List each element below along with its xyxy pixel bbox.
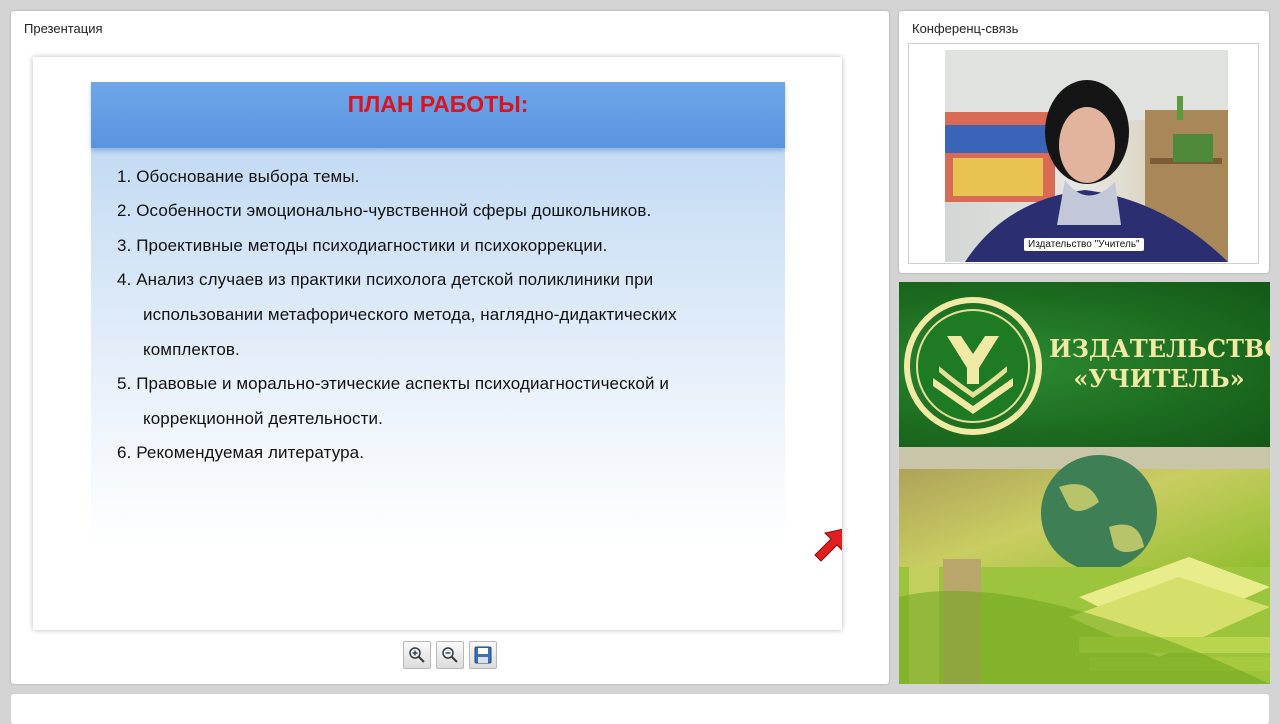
publisher-banner-top: ИЗДАТЕЛЬСТВО «УЧИТЕЛЬ» [899,282,1270,447]
participant-name-label: Издательство "Учитель" [1024,238,1144,251]
publisher-name-line1: ИЗДАТЕЛЬСТВО [1049,334,1270,363]
presentation-panel: Презентация ПЛАН РАБОТЫ: 1. Обоснование … [11,11,889,684]
publisher-logo-icon [904,297,1042,435]
video-frame: Издательство "Учитель" [908,43,1259,264]
slide-title: ПЛАН РАБОТЫ: [347,91,529,117]
video-scene-icon [945,50,1228,262]
slide-line-5: 5. Правовые и морально-этические аспекты… [117,374,669,393]
slide-line-1: 1. Обоснование выбора темы. [117,167,360,186]
slide-line-6: 6. Рекомендуемая литература. [117,443,365,462]
slide: ПЛАН РАБОТЫ: 1. Обоснование выбора темы.… [91,82,785,547]
slide-line-2: 2. Особенности эмоционально-чувственной … [117,201,652,220]
publisher-banner-photo [899,447,1270,684]
participant-video[interactable]: Издательство "Учитель" [945,50,1228,262]
publisher-name: ИЗДАТЕЛЬСТВО «УЧИТЕЛЬ» [1049,334,1270,394]
save-button[interactable] [469,641,497,669]
slide-line-4-end: комплектов. [143,340,240,359]
publisher-name-line2: «УЧИТЕЛЬ» [1073,364,1245,393]
conference-panel-title: Конференц-связь [912,21,1019,36]
zoom-in-icon [409,647,425,663]
slide-line-3: 3. Проективные методы психодиагностики и… [117,236,608,255]
publisher-banner: ИЗДАТЕЛЬСТВО «УЧИТЕЛЬ» [899,282,1270,684]
pointer-arrow-icon [814,528,842,562]
floppy-disk-icon [474,646,492,664]
slide-viewport[interactable]: ПЛАН РАБОТЫ: 1. Обоснование выбора темы.… [33,57,842,630]
slide-line-5-cont: коррекционной деятельности. [143,409,383,428]
books-globe-image-icon [899,447,1270,684]
zoom-out-icon [442,647,458,663]
conference-panel: Конференц-связь Издательство "Учитель" [899,11,1269,273]
zoom-in-button[interactable] [403,641,431,669]
presentation-panel-title: Презентация [24,21,103,36]
slide-line-4: 4. Анализ случаев из практики психолога … [117,270,654,289]
zoom-out-button[interactable] [436,641,464,669]
slide-line-4-cont: использовании метафорического метода, на… [143,305,677,324]
